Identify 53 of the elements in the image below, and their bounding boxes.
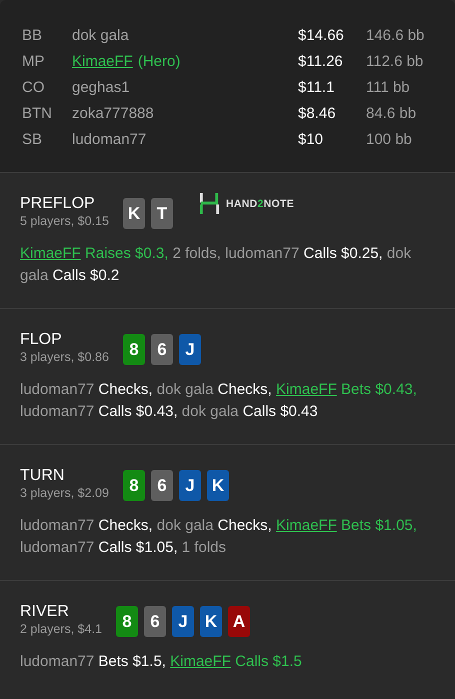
position-label: BB (22, 26, 44, 44)
player-name: dok gala (72, 26, 129, 44)
card: 6 (150, 334, 173, 365)
position-label: CO (22, 78, 46, 96)
street-summary: 3 players, $0.86 (20, 350, 109, 365)
card: 8 (116, 606, 138, 637)
street-summary: 5 players, $0.15 (20, 214, 109, 229)
card: K (122, 198, 145, 229)
player-name: zoka777888 (72, 104, 154, 122)
position-label: SB (22, 130, 44, 148)
position-label: MP (22, 52, 46, 70)
player-link[interactable]: KimaeFF (276, 381, 337, 398)
stack-bb: 100 bb (366, 130, 412, 148)
card: K (200, 606, 222, 637)
player-link[interactable]: KimaeFF (72, 52, 133, 70)
street-title: RIVER (20, 602, 70, 622)
stack-amount: $10 (298, 130, 324, 148)
street-title: PREFLOP (20, 194, 96, 214)
card: J (172, 606, 194, 637)
card: 8 (122, 334, 145, 365)
logo-text: HAND2NOTE (226, 198, 294, 210)
stack-amount: $8.46 (298, 104, 337, 122)
hero-label: (Hero) (138, 52, 180, 70)
player-name: ludoman77 (72, 130, 146, 148)
street-summary: 3 players, $2.09 (20, 486, 109, 501)
card: A (228, 606, 250, 637)
street-summary: 2 players, $4.1 (20, 622, 102, 637)
stack-amount: $11.26 (298, 52, 344, 70)
street-title: TURN (20, 466, 66, 486)
position-label: BTN (22, 104, 53, 122)
stack-bb: 111 bb (366, 78, 410, 96)
action-log: ludoman77 Checks, dok gala Checks, KimaeFF Bets $1.05, ludoman77 Calls $1.05, 1 folds (20, 516, 418, 558)
street-title: FLOP (20, 330, 63, 350)
stack-bb: 112.6 bb (366, 52, 424, 70)
card: 6 (150, 470, 173, 501)
action-log: ludoman77 Bets $1.5, KimaeFF Calls $1.5 (20, 652, 303, 672)
player-link[interactable]: KimaeFF (276, 517, 337, 534)
action-log: ludoman77 Checks, dok gala Checks, KimaeFF Bets $0.43, ludoman77 Calls $0.43, dok gala Calls $0.43 (20, 380, 418, 422)
card: J (178, 470, 201, 501)
card: 8 (122, 470, 145, 501)
card: T (150, 198, 173, 229)
card: J (178, 334, 201, 365)
action-log: KimaeFF Raises $0.3, 2 folds, ludoman77 Calls $0.25, dok gala Calls $0.2 (20, 244, 412, 286)
card: K (206, 470, 229, 501)
logo-icon (198, 193, 220, 214)
player-link[interactable]: KimaeFF (20, 245, 81, 262)
player-link[interactable]: KimaeFF (170, 653, 231, 670)
stack-amount: $14.66 (298, 26, 345, 44)
stack-bb: 84.6 bb (366, 104, 416, 122)
player-name: geghas1 (72, 78, 130, 96)
stack-amount: $11.1 (298, 78, 336, 96)
card: 6 (144, 606, 166, 637)
stack-bb: 146.6 bb (366, 26, 424, 44)
